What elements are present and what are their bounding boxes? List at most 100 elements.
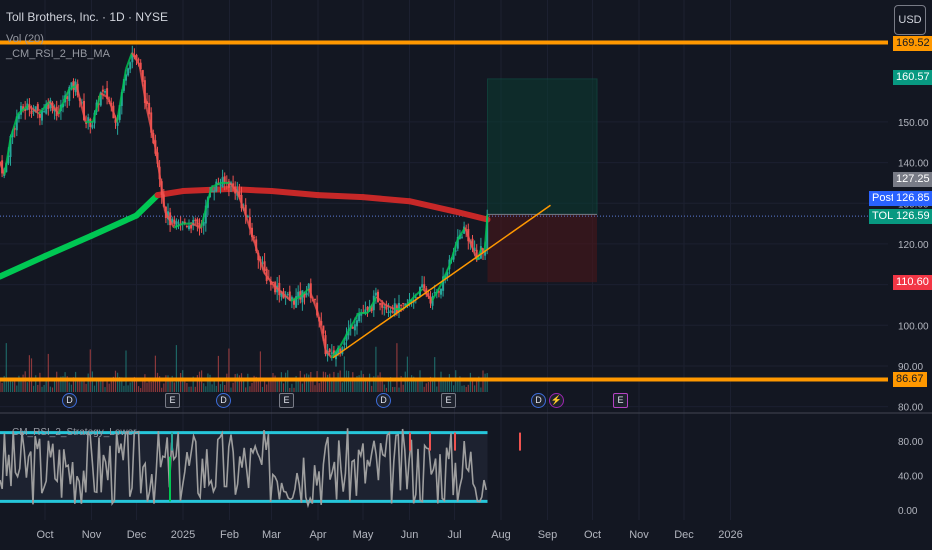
candle-body <box>387 311 390 313</box>
volume-bar <box>87 373 89 392</box>
volume-bar <box>301 383 303 392</box>
earnings-upcoming-event-marker[interactable]: E <box>613 393 628 408</box>
volume-bar <box>280 372 282 392</box>
candle-body <box>43 111 46 113</box>
flash-event-marker[interactable]: ⚡ <box>549 393 564 408</box>
volume-bar <box>131 381 133 392</box>
candle-body <box>305 292 308 296</box>
volume-bar <box>461 385 463 392</box>
fast-ma-segment <box>155 150 166 212</box>
candle-body <box>91 124 94 128</box>
volume-bar <box>156 372 159 392</box>
volume-bar <box>272 373 274 392</box>
volume-bar <box>314 385 316 392</box>
volume-bar <box>219 384 222 392</box>
candle-body <box>30 110 33 114</box>
candle-body <box>70 82 73 87</box>
candle-body <box>38 113 41 118</box>
volume-bar <box>406 356 408 392</box>
volume-bar <box>9 379 12 392</box>
volume-bar <box>146 382 148 392</box>
volume-bar <box>404 371 406 392</box>
volume-bar <box>230 387 232 392</box>
support-price-label: 86.67 <box>893 372 927 387</box>
volume-bars <box>0 343 488 392</box>
volume-bar <box>127 385 129 392</box>
rsi-tick-label: 0.00 <box>898 506 918 517</box>
volume-bar <box>117 372 119 392</box>
rsi-indicator-label[interactable]: CM_RSI_2_Strategy_Lower <box>12 427 137 438</box>
dividend-event-marker[interactable]: D <box>62 393 77 408</box>
ma-segment <box>315 192 366 201</box>
volume-bar <box>68 382 70 392</box>
volume-bar <box>324 372 327 392</box>
candle-body <box>219 184 222 186</box>
candle-body <box>196 219 199 225</box>
time-axis[interactable]: Oct Nov Dec 2025 Feb Mar Apr May Jun Jul Aug Sep Oct… <box>36 529 742 541</box>
dividend-event-marker[interactable]: D <box>376 393 391 408</box>
ma-segment <box>360 194 413 205</box>
volume-bar <box>285 372 287 392</box>
volume-bar <box>24 371 26 392</box>
volume-bar <box>436 386 438 392</box>
candle-body <box>190 224 193 229</box>
candle-body <box>374 292 377 296</box>
ma-segment <box>42 232 95 260</box>
volume-bar <box>161 387 163 392</box>
volume-bar <box>30 358 33 392</box>
volume-bar <box>89 349 91 392</box>
volume-bar <box>226 373 228 392</box>
candle-body <box>421 284 424 288</box>
earnings-event-marker[interactable]: E <box>441 393 456 408</box>
ticker-price-label: 126.59 <box>893 209 932 224</box>
volume-bar <box>5 343 7 392</box>
volume-bar <box>203 383 205 392</box>
volume-bar <box>81 380 83 392</box>
volume-bar <box>415 380 417 392</box>
candle-body <box>314 299 316 301</box>
volume-bar <box>49 386 51 392</box>
dividend-event-marker[interactable]: D <box>531 393 546 408</box>
volume-bar <box>1 382 3 392</box>
dividend-event-marker[interactable]: D <box>216 393 231 408</box>
volume-bar <box>20 380 22 392</box>
volume-bar <box>186 383 188 392</box>
volume-bar <box>85 383 87 392</box>
volume-bar <box>154 355 156 392</box>
volume-bar <box>33 385 35 392</box>
volume-bar <box>379 372 381 392</box>
volume-bar <box>469 372 471 392</box>
candle-body <box>402 302 405 304</box>
volume-bar <box>56 371 58 392</box>
time-tick-label: 2026 <box>718 529 742 541</box>
volume-bar <box>291 383 293 392</box>
volume-bar <box>257 380 259 392</box>
candle-body <box>116 122 119 126</box>
earnings-event-marker[interactable]: E <box>165 393 180 408</box>
ma-segment <box>268 188 321 199</box>
currency-button[interactable]: USD <box>894 5 926 35</box>
volume-bar <box>247 373 249 392</box>
time-tick-label: May <box>353 529 374 541</box>
volume-bar <box>364 379 366 392</box>
volume-bar <box>366 381 369 392</box>
volume-bar <box>423 386 425 392</box>
candle-body <box>194 219 197 221</box>
volume-bar <box>217 355 219 392</box>
volume-bar <box>47 353 49 392</box>
candle-body <box>188 225 190 230</box>
volume-bar <box>476 379 478 392</box>
candle-body <box>213 190 216 193</box>
volume-bar <box>251 382 253 392</box>
long-position-tool[interactable] <box>487 78 598 283</box>
time-tick-label: Jun <box>401 529 419 541</box>
candle-body <box>89 118 92 127</box>
time-tick-label: Dec <box>127 529 147 541</box>
ma-indicator-label[interactable]: _CM_RSI_2_HB_MA <box>6 48 110 60</box>
volume-bar <box>276 380 278 392</box>
stop-price-label: 110.60 <box>893 275 932 290</box>
volume-indicator-label[interactable]: Vol (20) <box>6 33 44 45</box>
earnings-event-marker[interactable]: E <box>279 393 294 408</box>
volume-bar <box>427 382 429 392</box>
ma-segment <box>133 192 161 219</box>
